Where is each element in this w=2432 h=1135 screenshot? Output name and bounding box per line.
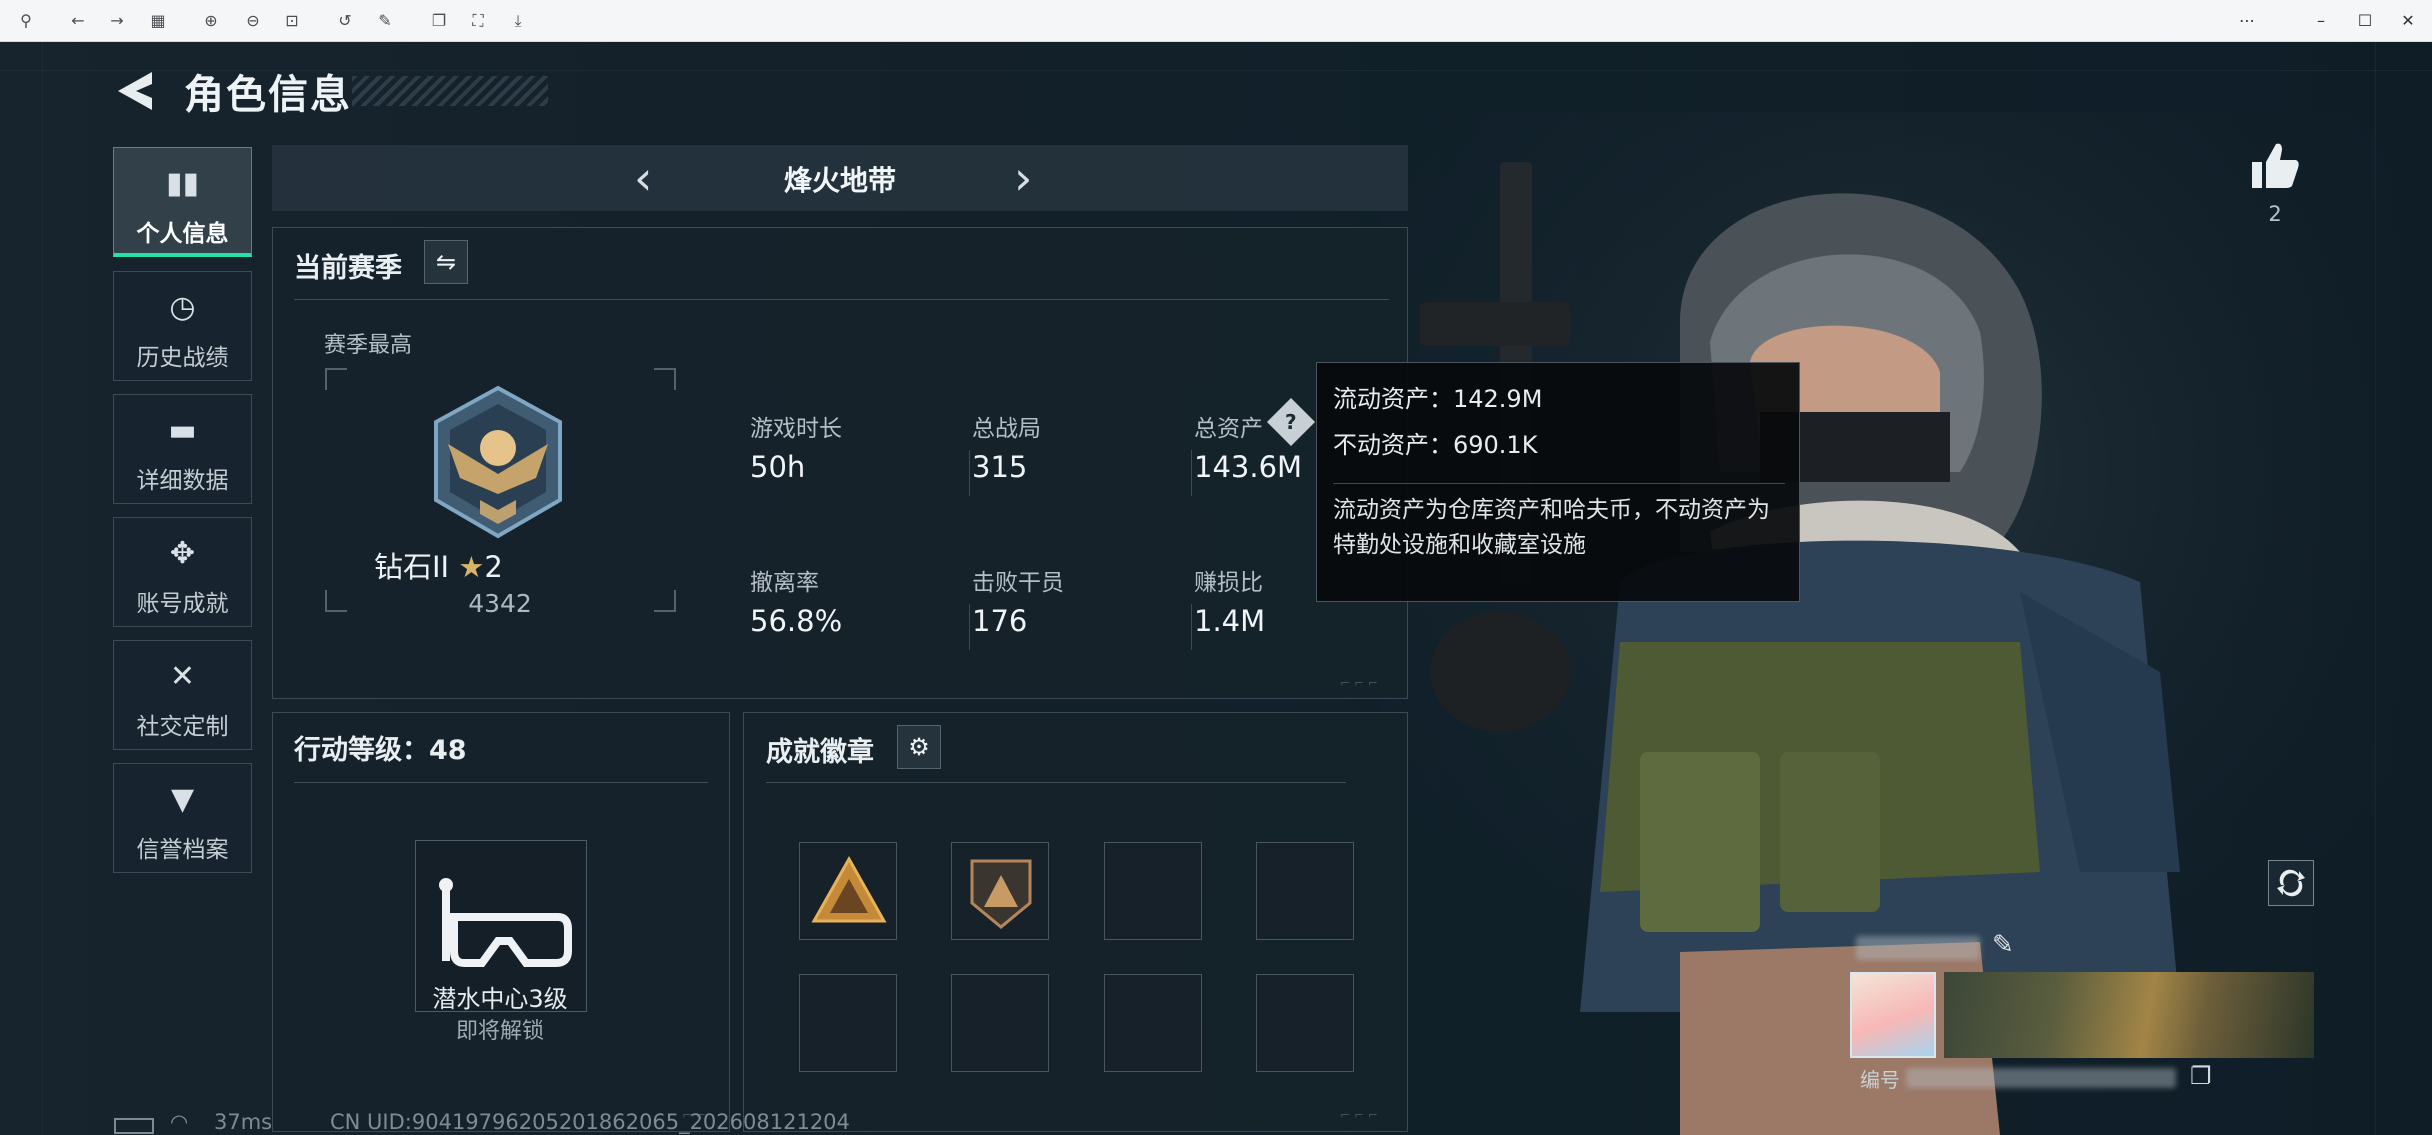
- close-icon[interactable]: ✕: [2395, 8, 2421, 34]
- badges-title: 成就徽章: [766, 737, 874, 768]
- rank-stars: 2: [484, 550, 503, 584]
- badge-slot-3[interactable]: [1104, 842, 1202, 940]
- shield-badge-icon: [970, 859, 1032, 929]
- rank-points: 4342: [468, 589, 532, 618]
- forward-icon[interactable]: →: [105, 9, 129, 33]
- maximize-icon[interactable]: ☐: [2352, 8, 2378, 34]
- stat-value-playtime: 50h: [750, 450, 806, 484]
- stat-label-assets: 总资产: [1194, 416, 1263, 442]
- crop-icon[interactable]: ⛶: [466, 9, 490, 33]
- rank-emblem: [434, 385, 562, 539]
- stat-value-assets: 143.6M: [1194, 450, 1303, 484]
- rotate-icon[interactable]: ↺: [333, 9, 357, 33]
- clock-icon: ◷: [169, 290, 196, 325]
- season-divider: [294, 299, 1389, 300]
- triangle-badge-icon: [811, 855, 887, 923]
- uid-text: CN UID:9041979620520186​2065_20260812120…: [330, 1110, 850, 1134]
- ping-value: 37ms: [214, 1110, 273, 1134]
- stat-label-kills: 击败干员: [972, 570, 1064, 596]
- page-title: 角色信息: [184, 72, 352, 118]
- unlock-item-name: 潜水中心3级: [432, 985, 568, 1013]
- mode-selector: ‹ 烽火地带 ›: [272, 145, 1408, 211]
- badge-settings-button[interactable]: ⚙: [897, 725, 941, 769]
- action-level-title: 行动等级：48: [294, 735, 467, 766]
- badge-slot-8[interactable]: [1256, 974, 1354, 1072]
- refresh-button[interactable]: [2268, 860, 2314, 906]
- thumbs-up-icon[interactable]: [2248, 138, 2302, 192]
- stat-label-extraction-rate: 撤离率: [750, 570, 819, 596]
- unlock-status: 即将解锁: [455, 1019, 544, 1044]
- edit-icon[interactable]: ✎: [373, 9, 397, 33]
- stat-value-matches: 315: [972, 450, 1028, 484]
- player-id-label: 编号: [1860, 1068, 1900, 1092]
- season-title: 当前赛季: [294, 253, 402, 284]
- game-screen: 角色信息 ▮▮ 个人信息 ◷ 历史战绩 ▬ 详细数据 ✥ 账号成就 ✕ 社交定制…: [0, 42, 2432, 1135]
- asset-tooltip: 流动资产：142.9M 不动资产：690.1K 流动资产为仓库资产和哈夫币，不动…: [1316, 362, 1800, 602]
- tooltip-fixed-assets: 不动资产：690.1K: [1333, 431, 1538, 459]
- zoom-out-icon[interactable]: ⊖: [241, 9, 265, 33]
- nav-item-achievements[interactable]: ✥ 账号成就: [113, 517, 252, 627]
- medal-icon: ✥: [169, 536, 196, 571]
- stat-label-playtime: 游戏时长: [750, 416, 842, 442]
- nav-label: 社交定制: [136, 714, 229, 740]
- stat-label-matches: 总战局: [972, 416, 1041, 442]
- tooltip-liquid-assets: 流动资产：142.9M: [1333, 385, 1543, 413]
- grid-icon[interactable]: ▦: [146, 9, 170, 33]
- nav-label: 账号成就: [136, 591, 229, 617]
- mode-title: 烽火地带: [783, 164, 896, 197]
- tools-icon: ✕: [169, 659, 196, 694]
- next-mode-arrow-icon[interactable]: ›: [1014, 153, 1032, 203]
- badge-slot-6[interactable]: [951, 974, 1049, 1072]
- avatar[interactable]: [1850, 972, 1936, 1058]
- rank-name-text: 钻石II: [374, 550, 450, 584]
- nav-item-match-history[interactable]: ◷ 历史战绩: [113, 271, 252, 381]
- back-icon[interactable]: ←: [66, 9, 90, 33]
- zoom-in-icon[interactable]: ⊕: [199, 9, 223, 33]
- nav-item-personal-info[interactable]: ▮▮ 个人信息: [113, 147, 252, 257]
- nav-label: 个人信息: [136, 221, 229, 247]
- nav-item-detailed-data[interactable]: ▬ 详细数据: [113, 394, 252, 504]
- swap-season-button[interactable]: ⇋: [424, 240, 468, 284]
- nav-item-reputation[interactable]: ▼ 信誉档案: [113, 763, 252, 873]
- bar-chart-icon: ▮▮: [165, 166, 200, 201]
- stat-value-extraction-rate: 56.8%: [750, 604, 843, 638]
- save-icon[interactable]: ⤓: [506, 9, 530, 33]
- pin-icon[interactable]: ⚲: [14, 9, 38, 33]
- header-decoration: [352, 76, 548, 106]
- back-arrow-icon[interactable]: [112, 68, 158, 114]
- season-best-label: 赛季最高: [324, 333, 413, 358]
- badge-slot-4[interactable]: [1256, 842, 1354, 940]
- folder-icon: ▬: [168, 413, 197, 448]
- rank-name: 钻石II ★2: [374, 544, 503, 586]
- nav-item-social-custom[interactable]: ✕ 社交定制: [113, 640, 252, 750]
- refresh-icon: [2277, 869, 2305, 897]
- more-icon[interactable]: ⋯: [2234, 8, 2260, 34]
- badge-slot-7[interactable]: [1104, 974, 1202, 1072]
- fit-width-icon[interactable]: ⊡: [280, 9, 304, 33]
- nav-label: 详细数据: [136, 468, 229, 494]
- viewer-toolbar: ⚲ ← → ▦ ⊕ ⊖ ⊡ ↺ ✎ ❐ ⛶ ⤓ ⋯ – ☐ ✕: [0, 0, 2432, 42]
- nav-label: 历史战绩: [136, 345, 229, 371]
- copy-id-icon[interactable]: ❐: [2190, 1062, 2212, 1090]
- player-id-blurred: [1906, 1068, 2176, 1088]
- stat-value-profit-ratio: 1.4M: [1194, 604, 1266, 638]
- badge-slot-2[interactable]: [951, 842, 1049, 940]
- battery-icon: [114, 1118, 154, 1134]
- star-icon: ★: [458, 550, 485, 584]
- minimize-icon[interactable]: –: [2308, 8, 2334, 34]
- stat-value-kills: 176: [972, 604, 1028, 638]
- tooltip-description: 流动资产为仓库资产和哈夫币，不动资产为特勤处设施和收藏室设施: [1333, 497, 1770, 558]
- like-count: 2: [2268, 202, 2282, 226]
- edit-name-icon[interactable]: ✎: [1992, 930, 2014, 960]
- nav-label: 信誉档案: [136, 837, 229, 863]
- copy-icon[interactable]: ❐: [427, 9, 451, 33]
- shield-icon: ▼: [170, 782, 195, 817]
- profile-banner[interactable]: [1944, 972, 2314, 1058]
- wifi-icon: ◠: [170, 1110, 189, 1134]
- player-name-blurred: [1856, 936, 1980, 960]
- stat-label-profit-ratio: 赚损比: [1194, 570, 1263, 596]
- badge-slot-1[interactable]: [799, 842, 897, 940]
- badge-slot-5[interactable]: [799, 974, 897, 1072]
